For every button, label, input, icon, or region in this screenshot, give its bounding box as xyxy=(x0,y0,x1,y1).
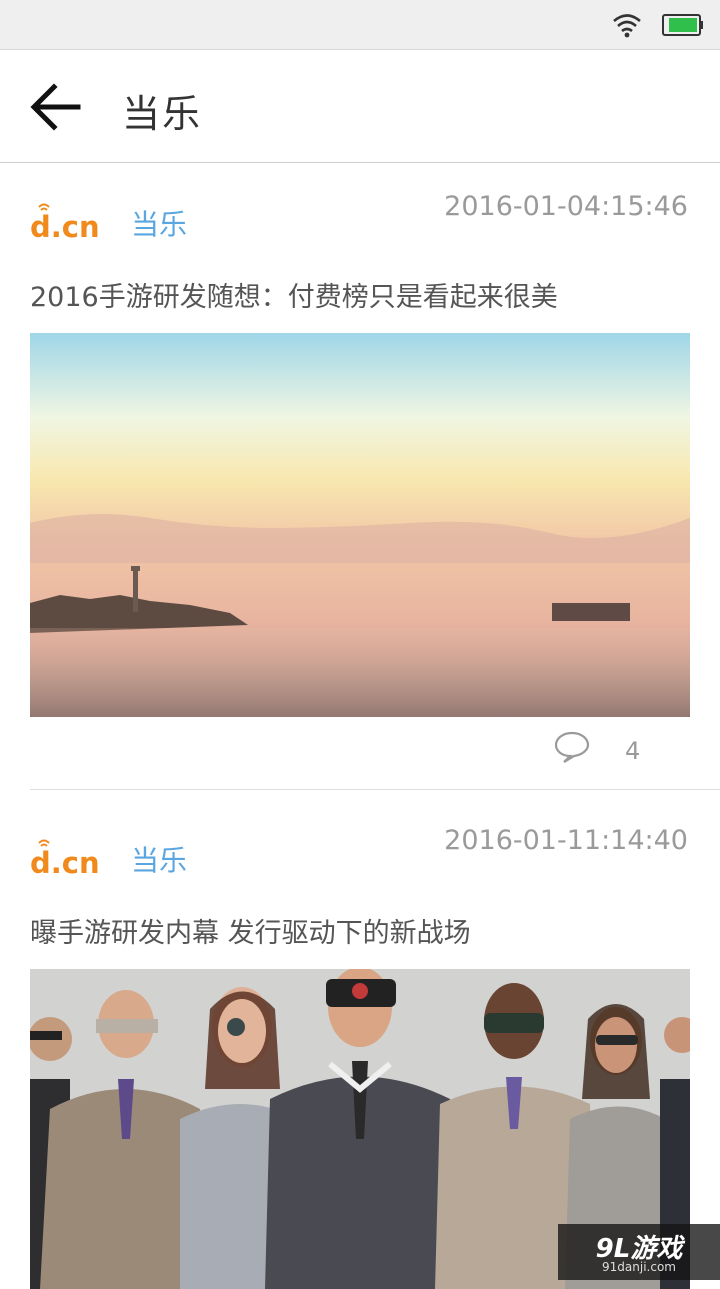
wifi-icon xyxy=(613,14,641,38)
watermark-url: 91danji.com xyxy=(602,1260,676,1274)
title-bar: 当乐 xyxy=(0,51,720,163)
article-title[interactable]: 2016手游研发随想：付费榜只是看起来很美 xyxy=(30,275,558,314)
article-source: 当乐 xyxy=(131,844,188,877)
svg-text:d.cn: d.cn xyxy=(30,846,98,879)
status-bar xyxy=(0,0,720,50)
article-source: 当乐 xyxy=(131,208,188,241)
article-time: 2016-01-04:15:46 xyxy=(444,191,688,222)
dcn-logo: d.cn xyxy=(30,203,98,243)
page-title: 当乐 xyxy=(122,92,203,136)
article-card[interactable]: d.cn 当乐 2016-01-04:15:46 2016手游研发随想：付费榜只… xyxy=(0,163,720,791)
battery-icon xyxy=(662,14,703,36)
article-card[interactable]: d.cn 当乐 2016-01-11:14:40 曝手游研发内幕 发行驱动下的新… xyxy=(0,799,720,1289)
back-arrow-icon[interactable] xyxy=(28,81,84,133)
article-title[interactable]: 曝手游研发内幕 发行驱动下的新战场 xyxy=(30,911,471,950)
dcn-logo: d.cn xyxy=(30,839,98,879)
comment-icon[interactable] xyxy=(554,731,590,763)
article-time: 2016-01-11:14:40 xyxy=(444,825,688,856)
site-watermark: 9L游戏 91danji.com xyxy=(558,1224,720,1280)
article-image-foggy-coast[interactable] xyxy=(30,333,690,717)
comment-count: 4 xyxy=(625,737,641,765)
svg-text:d.cn: d.cn xyxy=(30,210,98,243)
divider xyxy=(30,789,720,790)
